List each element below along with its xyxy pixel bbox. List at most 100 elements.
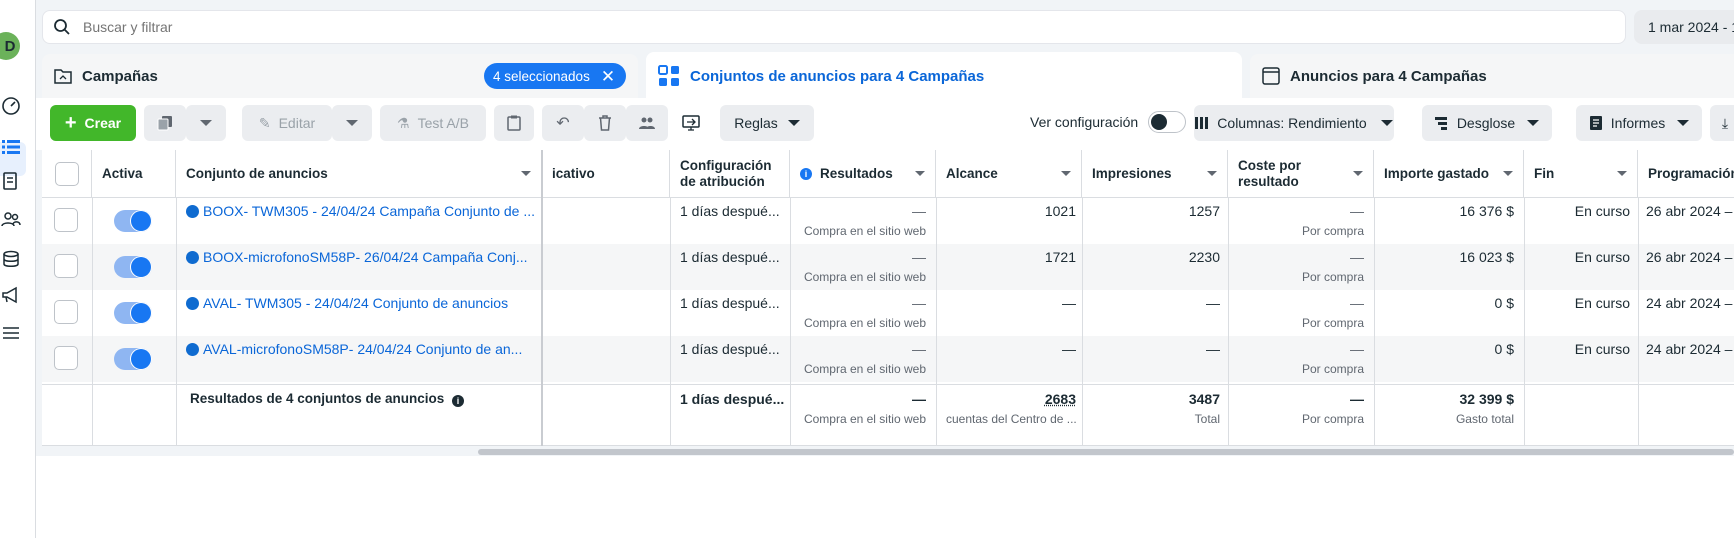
horizontal-scrollbar[interactable] (478, 449, 1734, 455)
preview-button[interactable] (676, 107, 706, 139)
search-input[interactable] (83, 19, 1483, 35)
adset-name-link[interactable]: AVAL- TWM305 - 24/04/24 Conjunto de anun… (186, 295, 534, 311)
rules-button[interactable]: Reglas (720, 105, 814, 141)
results-cell: — (800, 341, 926, 357)
plus-icon: + (65, 113, 77, 133)
view-settings-toggle[interactable] (1148, 111, 1186, 133)
people-icon (639, 116, 655, 130)
sort-icon[interactable] (1617, 171, 1627, 176)
sort-icon[interactable] (1061, 171, 1071, 176)
search-bar[interactable] (42, 10, 1626, 44)
header-spent-label: Importe gastado (1384, 166, 1489, 181)
reach-cell: — (946, 295, 1076, 311)
reports-button-label: Informes (1611, 115, 1665, 131)
cpr-sub: Por compra (1238, 224, 1364, 238)
view-settings-label: Ver configuración (1030, 114, 1138, 130)
spent-cell: 0 $ (1384, 341, 1514, 357)
adset-name: BOOX- TWM305 - 24/04/24 Campaña Conjunto… (203, 203, 534, 219)
tab-ads[interactable]: Anuncios para 4 Campañas (1250, 54, 1734, 98)
audience-button[interactable] (626, 105, 668, 141)
row-active-toggle[interactable] (114, 348, 152, 370)
header-impressions[interactable]: Impresiones (1082, 150, 1228, 198)
header-delivery[interactable]: icativo (542, 150, 670, 198)
ab-test-button[interactable]: ⚗ Test A/B (380, 105, 486, 141)
adset-name-link[interactable]: AVAL-microfonoSM58P- 24/04/24 Conjunto d… (186, 341, 534, 357)
menu-icon[interactable] (0, 322, 22, 344)
header-results[interactable]: i Resultados (790, 150, 936, 198)
adset-name-link[interactable]: BOOX- TWM305 - 24/04/24 Campaña Conjunto… (186, 203, 534, 219)
row-active-toggle[interactable] (114, 210, 152, 232)
select-all-checkbox[interactable] (55, 162, 79, 186)
sort-icon[interactable] (1207, 171, 1217, 176)
clipboard-button[interactable] (494, 105, 534, 141)
edit-button[interactable]: ✎ Editar (242, 105, 332, 141)
ab-test-label: Test A/B (418, 115, 469, 131)
end-cell: En curso (1534, 295, 1630, 311)
adset-name: AVAL-microfonoSM58P- 24/04/24 Conjunto d… (203, 341, 522, 357)
info-icon[interactable]: i (452, 395, 464, 407)
status-dot-icon (186, 205, 199, 218)
table-icon[interactable] (0, 136, 22, 158)
header-attribution[interactable]: Configuración de atribución (670, 150, 790, 198)
divider (1374, 198, 1375, 446)
header-results-label: Resultados (820, 166, 893, 181)
header-impressions-label: Impresiones (1092, 166, 1172, 181)
cpr-cell: — (1238, 341, 1364, 357)
date-range-picker[interactable]: 1 mar 2024 - 1 (1634, 10, 1734, 44)
columns-button-label: Columnas: Rendimiento (1217, 115, 1366, 131)
pencil-icon: ✎ (259, 115, 271, 132)
duplicate-dropdown[interactable] (186, 105, 226, 141)
header-end-label: Fin (1534, 166, 1554, 181)
header-adset[interactable]: Conjunto de anuncios (176, 150, 542, 198)
trash-icon (598, 115, 612, 131)
sort-icon[interactable] (521, 171, 531, 176)
header-schedule[interactable]: Programación (1638, 150, 1734, 198)
tab-adsets[interactable]: Conjuntos de anuncios para 4 Campañas (646, 52, 1242, 100)
sort-icon[interactable] (1503, 171, 1513, 176)
row-checkbox[interactable] (54, 208, 78, 232)
attribution-cell: 1 días despué... (680, 295, 784, 311)
header-select-all[interactable] (42, 150, 92, 198)
results-sub: Compra en el sitio web (800, 362, 926, 376)
document-icon[interactable] (0, 170, 22, 192)
duplicate-button[interactable] (144, 105, 186, 141)
gauge-icon[interactable] (0, 95, 22, 117)
megaphone-icon[interactable] (0, 284, 22, 306)
columns-icon (1195, 116, 1209, 130)
adset-name-link[interactable]: BOOX-microfonoSM58P- 26/04/24 Campaña Co… (186, 249, 534, 265)
row-checkbox[interactable] (54, 346, 78, 370)
sort-icon[interactable] (915, 171, 925, 176)
header-reach[interactable]: Alcance (936, 150, 1082, 198)
edit-button-label: Editar (279, 115, 316, 131)
results-cell: — (800, 203, 926, 219)
create-button[interactable]: + Crear (50, 105, 136, 141)
header-active[interactable]: Activa (92, 150, 176, 198)
header-amount-spent[interactable]: Importe gastado (1374, 150, 1524, 198)
header-end[interactable]: Fin (1524, 150, 1638, 198)
breakdown-button[interactable]: Desglose (1422, 105, 1552, 141)
row-active-toggle[interactable] (114, 256, 152, 278)
export-button[interactable]: ⤓ (1710, 105, 1734, 141)
close-icon[interactable]: ✕ (601, 68, 615, 85)
row-checkbox[interactable] (54, 254, 78, 278)
undo-button[interactable]: ↶ (542, 105, 584, 141)
columns-button[interactable]: Columnas: Rendimiento (1194, 105, 1394, 141)
totals-reach[interactable]: 2683 (946, 391, 1076, 407)
totals-label: Resultados de 4 conjuntos de anuncios i (190, 391, 464, 407)
edit-dropdown[interactable] (332, 105, 372, 141)
selected-badge[interactable]: 4 seleccionados ✕ (484, 63, 626, 89)
chevron-down-icon (1677, 120, 1689, 126)
totals-impressions: 3487 (1092, 391, 1220, 407)
reports-button[interactable]: Informes (1576, 105, 1702, 141)
header-cost-per-result[interactable]: Coste por resultado (1228, 150, 1374, 198)
audience-icon[interactable] (0, 208, 22, 230)
row-active-toggle[interactable] (114, 302, 152, 324)
sticky-divider (541, 150, 543, 446)
sort-icon[interactable] (1353, 171, 1363, 176)
spent-cell: 0 $ (1384, 295, 1514, 311)
delete-button[interactable] (584, 105, 626, 141)
info-icon[interactable]: i (800, 168, 812, 180)
row-checkbox[interactable] (54, 300, 78, 324)
status-dot-icon (186, 297, 199, 310)
billing-icon[interactable] (0, 248, 22, 270)
